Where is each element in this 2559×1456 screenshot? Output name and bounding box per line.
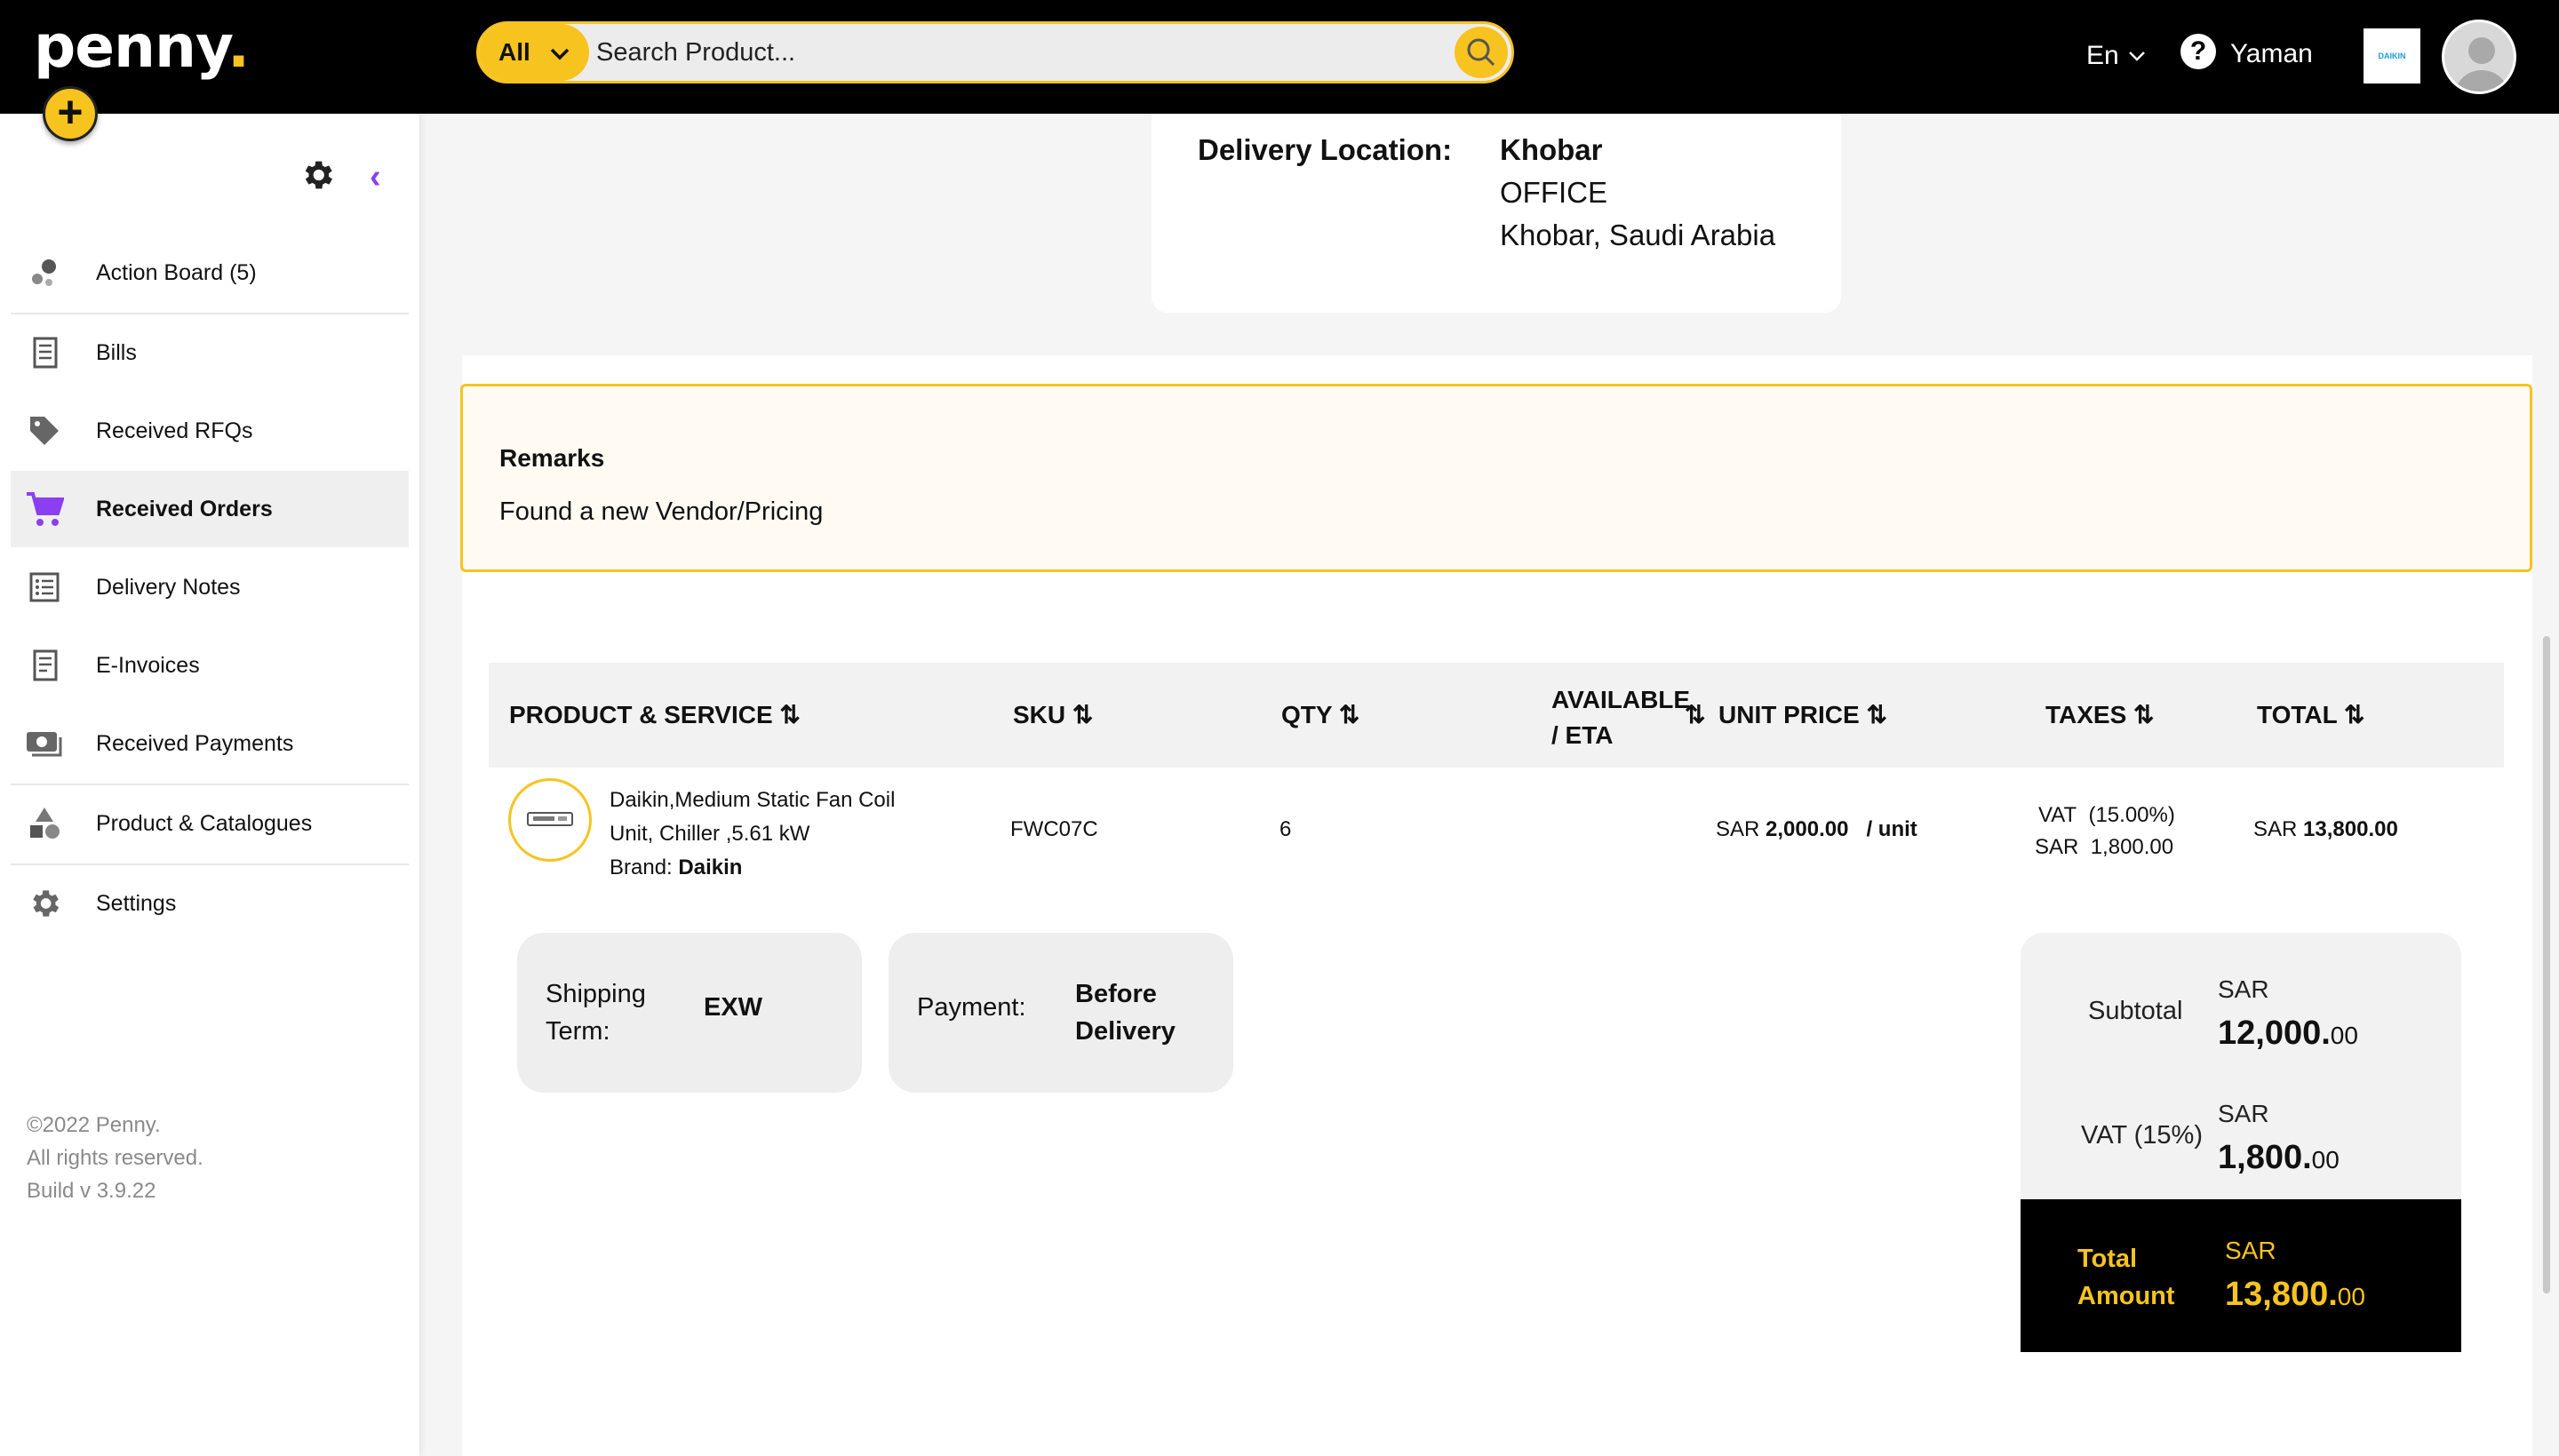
add-button[interactable]: + [43, 86, 98, 141]
payment-label: Payment: [917, 993, 1026, 1022]
search-scope-dropdown[interactable]: All [479, 24, 589, 81]
totals-card: Subtotal SAR 12,000.00 VAT (15%) SAR 1,8… [2021, 933, 2461, 1199]
shapes-icon [25, 804, 64, 843]
subtotal-label: Subtotal [2088, 997, 2183, 1025]
list-icon [25, 568, 64, 607]
sort-icon: ⇅ [2337, 701, 2365, 728]
sidebar-item-label: Delivery Notes [96, 574, 241, 600]
subtotal-amount: 12,000.00 [2218, 1014, 2358, 1052]
invoice-icon [25, 646, 64, 685]
qty-value: 6 [1280, 817, 1292, 841]
scrollbar[interactable] [2543, 636, 2550, 1293]
search-icon [1467, 38, 1495, 67]
column-header-taxes[interactable]: TAXES ⇅ [2045, 700, 2155, 729]
sort-icon[interactable]: ⇅ [1685, 700, 1705, 729]
product-description: Daikin,Medium Static Fan Coil Unit, Chil… [610, 788, 896, 879]
sidebar-item-label: Received Payments [96, 730, 294, 756]
delivery-type: OFFICE [1500, 176, 1607, 209]
language-selector[interactable]: En [2086, 41, 2146, 71]
payment-value: Before Delivery [1075, 980, 1176, 1046]
taxes-value: VAT (15.00%) SAR 1,800.00 [2035, 803, 2175, 859]
company-logo[interactable]: DAIKIN [2364, 28, 2420, 84]
copyright-text: ©2022 Penny. [27, 1113, 161, 1137]
gear-icon [25, 884, 64, 923]
sidebar-item-label: Settings [96, 890, 177, 916]
sidebar-item-label: Received RFQs [96, 418, 253, 443]
sort-icon: ⇅ [2126, 701, 2155, 728]
sort-icon: ⇅ [772, 701, 801, 728]
sort-icon: ⇅ [1065, 701, 1094, 728]
shipping-term-card: Shipping Term: EXW [517, 933, 862, 1093]
remarks-text: Found a new Vendor/Pricing [499, 497, 824, 526]
sidebar-item-label: Action Board (5) [96, 259, 257, 285]
sidebar-item-label: Product & Catalogues [96, 810, 313, 836]
language-label: En [2086, 41, 2119, 70]
cart-icon [25, 489, 64, 529]
product-thumbnail[interactable] [508, 778, 592, 862]
sidebar-item-action-board[interactable]: Action Board (5) [11, 235, 409, 311]
sidebar-item-product-catalogues[interactable]: Product & Catalogues [11, 785, 409, 862]
sidebar-item-label: Received Orders [96, 496, 273, 521]
sidebar-item-e-invoices[interactable]: E-Invoices [11, 627, 409, 704]
sidebar-item-settings[interactable]: Settings [11, 865, 409, 942]
search-bar: All [476, 21, 1514, 84]
rights-text: All rights reserved. [27, 1146, 203, 1170]
total-amount: 13,800.00 [2225, 1276, 2365, 1313]
sidebar-item-bills[interactable]: Bills [11, 314, 409, 391]
sidebar-item-label: Bills [96, 339, 137, 365]
username[interactable]: Yaman [2230, 39, 2313, 69]
chevron-down-icon [550, 38, 570, 67]
collapse-sidebar-icon[interactable]: ‹ [370, 158, 381, 196]
column-header-sku[interactable]: SKU ⇅ [1013, 700, 1093, 729]
shipping-term-value: EXW [704, 993, 763, 1022]
unit-price-value: SAR 2,000.00 / unit [1716, 817, 1917, 841]
search-scope-label: All [498, 38, 530, 66]
payment-term-card: Payment: Before Delivery [889, 933, 1233, 1093]
remarks-box [460, 384, 2532, 572]
sidebar: ‹ Action Board (5) Bills Received RFQs R… [0, 114, 419, 1456]
column-header-available[interactable]: AVAILABLE / ETA [1551, 682, 1690, 753]
delivery-location-label: Delivery Location: [1198, 133, 1453, 166]
payments-icon [25, 724, 64, 763]
tag-icon [25, 411, 64, 450]
remarks-title: Remarks [499, 444, 605, 472]
build-version: Build v 3.9.22 [27, 1179, 156, 1203]
column-header-total[interactable]: TOTAL ⇅ [2257, 700, 2364, 729]
search-input[interactable] [596, 31, 1396, 74]
bills-icon [25, 333, 64, 372]
sku-value: FWC07C [1010, 817, 1098, 841]
vat-amount: 1,800.00 [2218, 1139, 2340, 1176]
column-header-unit-price[interactable]: UNIT PRICE ⇅ [1718, 700, 1887, 729]
sidebar-footer: ©2022 Penny. All rights reserved. Build … [27, 1109, 203, 1207]
shipping-term-label: Shipping Term: [546, 980, 646, 1046]
sidebar-item-delivery-notes[interactable]: Delivery Notes [11, 549, 409, 625]
delivery-address: Khobar, Saudi Arabia [1500, 219, 1776, 251]
product-brand: Daikin [678, 855, 743, 879]
total-amount-box: Total Amount SAR 13,800.00 [2021, 1199, 2461, 1352]
sidebar-item-label: E-Invoices [96, 652, 200, 678]
sidebar-item-received-orders[interactable]: Received Orders [11, 471, 409, 547]
help-icon[interactable]: ? [2180, 34, 2216, 69]
action-board-icon [25, 253, 64, 292]
search-button[interactable] [1455, 27, 1508, 78]
top-bar: penny. All En ? Yaman DAIKIN [0, 0, 2559, 114]
chevron-down-icon [2128, 52, 2145, 61]
gear-icon[interactable] [299, 156, 336, 198]
vat-label: VAT (15%) [2081, 1121, 2203, 1150]
penny-logo[interactable]: penny. [34, 12, 250, 81]
subtotal-currency: SAR [2218, 975, 2269, 1003]
total-currency: SAR [2225, 1237, 2276, 1264]
avatar[interactable] [2442, 20, 2516, 94]
total-value: SAR 13,800.00 [2253, 817, 2398, 841]
sidebar-item-received-rfqs[interactable]: Received RFQs [11, 393, 409, 469]
vat-currency: SAR [2218, 1100, 2269, 1127]
sidebar-item-received-payments[interactable]: Received Payments [11, 705, 409, 782]
column-header-qty[interactable]: QTY ⇅ [1281, 700, 1359, 729]
total-amount-label: Total Amount [2077, 1245, 2175, 1310]
sort-icon: ⇅ [1332, 701, 1360, 728]
column-header-product[interactable]: PRODUCT & SERVICE ⇅ [509, 700, 801, 729]
sort-icon: ⇅ [1859, 701, 1887, 728]
delivery-city: Khobar [1500, 133, 1603, 166]
